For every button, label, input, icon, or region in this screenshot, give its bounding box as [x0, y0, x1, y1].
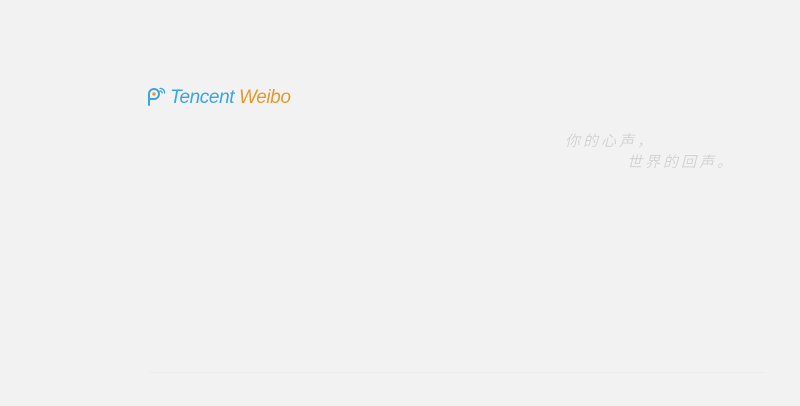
logo-wordmark: Tencent Weibo [170, 88, 291, 107]
slogan-line-2: 世界的回声。 [627, 153, 736, 171]
slogan-line-1: 你的心声， [565, 132, 656, 150]
divider [150, 372, 765, 373]
slogan: 你的心声， 世界的回声。 [565, 131, 735, 173]
tencent-weibo-logo[interactable]: Tencent Weibo [145, 84, 291, 110]
logo-word-weibo: Weibo [239, 86, 291, 108]
weibo-bubble-icon [148, 87, 166, 106]
login-page: { "brand": { "word1": "Tencent", "word2"… [0, 0, 800, 406]
logo-word-tencent: Tencent [170, 86, 235, 108]
